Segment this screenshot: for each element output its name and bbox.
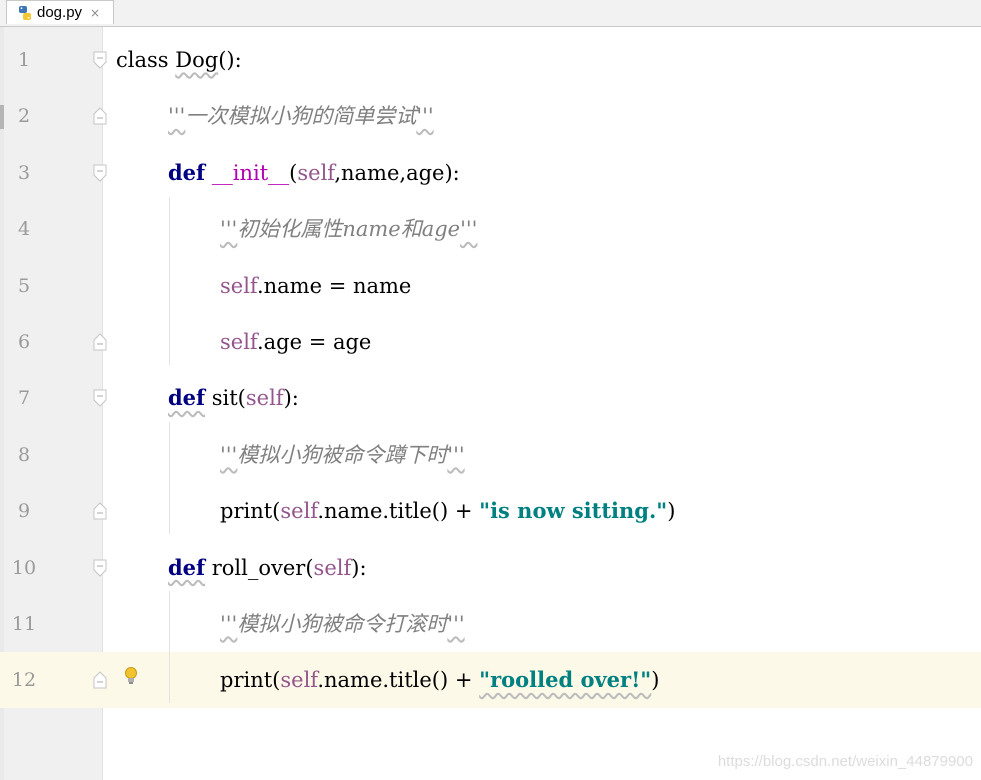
keyword-token: def — [168, 554, 206, 580]
fold-end-icon[interactable] — [93, 671, 107, 689]
line-number[interactable]: 12 — [4, 652, 44, 708]
code-text[interactable]: '''一次模拟小狗的简单尝试''' — [168, 88, 434, 144]
fold-end-icon[interactable] — [93, 333, 107, 351]
code-line[interactable]: 2 '''一次模拟小狗的简单尝试''' — [0, 88, 981, 144]
tab-close-icon[interactable]: × — [90, 6, 100, 20]
code-text[interactable]: class Dog(): — [116, 32, 242, 88]
code-token: ) — [667, 499, 676, 524]
line-number[interactable]: 7 — [4, 370, 44, 426]
code-text[interactable]: '''模拟小狗被命令蹲下时''' — [220, 427, 465, 483]
keyword-token: def — [168, 159, 206, 185]
code-line[interactable]: 12 print(self.name.title() + "roolled ove… — [0, 652, 981, 709]
docstring-token: 一次模拟小狗的简单尝试 — [185, 104, 417, 129]
code-token: .name.title() + — [317, 668, 480, 693]
docstring-token: ''' — [220, 612, 238, 636]
code-token: ): — [351, 555, 367, 580]
code-text[interactable]: print(self.name.title() + "is now sittin… — [220, 483, 675, 539]
code-text[interactable]: self.name = name — [220, 258, 411, 314]
indent-guide — [169, 591, 170, 703]
self-token: self — [220, 330, 257, 354]
code-token: Dog — [175, 48, 219, 72]
docstring-token: 模拟小狗被命令蹲下时 — [237, 442, 448, 467]
line-number[interactable]: 8 — [4, 427, 44, 483]
line-number[interactable]: 4 — [4, 201, 44, 257]
code-line[interactable]: 9 print(self.name.title() + "is now sitti… — [0, 483, 981, 539]
docstring-token: ''' — [220, 442, 238, 467]
code-token: sit( — [205, 386, 246, 411]
code-text[interactable]: def roll_over(self): — [168, 540, 367, 596]
code-line[interactable]: 1 class Dog(): — [0, 32, 981, 88]
code-line[interactable]: 11 '''模拟小狗被命令打滚时''' — [0, 596, 981, 652]
self-token: self — [280, 668, 318, 693]
docstring-token: ''' — [447, 612, 465, 636]
code-token: print( — [220, 499, 281, 524]
line-number[interactable]: 2 — [4, 88, 44, 144]
self-token: self — [297, 160, 335, 185]
code-token: .age = age — [256, 330, 372, 354]
code-token: .name = name — [256, 273, 412, 298]
indent-guide — [169, 422, 170, 534]
code-line[interactable]: 5 self.name = name — [0, 258, 981, 314]
line-number[interactable]: 3 — [4, 145, 44, 201]
tab-dog-py[interactable]: dog.py × — [6, 0, 114, 24]
code-token: (): — [218, 48, 242, 72]
code-line[interactable]: 10 def roll_over(self): — [0, 540, 981, 596]
python-file-icon — [17, 5, 33, 21]
code-token: ) — [651, 668, 660, 693]
self-token: self — [280, 499, 318, 524]
editor-tab-bar: dog.py × — [0, 0, 981, 27]
fold-collapse-icon[interactable] — [93, 51, 107, 69]
code-token: .name.title() + — [317, 499, 480, 524]
code-line[interactable]: 6 self.age = age — [0, 314, 981, 370]
string-token: "roolled over!" — [479, 667, 652, 693]
code-text[interactable]: self.age = age — [220, 314, 371, 370]
dunder-token: __init__ — [211, 160, 290, 185]
line-number[interactable]: 10 — [4, 540, 44, 596]
line-number[interactable]: 6 — [4, 314, 44, 370]
self-token: self — [245, 386, 284, 411]
docstring-token: 模拟小狗被命令打滚时 — [237, 612, 448, 636]
fold-end-icon[interactable] — [93, 107, 107, 125]
docstring-token: ''' — [220, 217, 238, 242]
fold-collapse-icon[interactable] — [93, 559, 107, 577]
code-line[interactable]: 7 def sit(self): — [0, 370, 981, 426]
code-line[interactable]: 4 '''初始化属性name和age''' — [0, 201, 981, 257]
fold-collapse-icon[interactable] — [93, 389, 107, 408]
tab-label: dog.py — [37, 4, 83, 21]
code-text[interactable]: def __init__(self,name,age): — [168, 145, 460, 201]
fold-end-icon[interactable] — [93, 502, 107, 520]
self-token: self — [220, 273, 257, 298]
code-text[interactable]: def sit(self): — [168, 370, 299, 426]
docstring-token: ''' — [447, 442, 465, 467]
docstring-token: ''' — [168, 104, 186, 129]
fold-collapse-icon[interactable] — [93, 164, 107, 182]
string-token: "is now sitting." — [479, 498, 668, 524]
indent-guide — [169, 197, 170, 365]
self-token: self — [313, 555, 352, 580]
watermark: https://blog.csdn.net/weixin_44879900 — [717, 753, 973, 770]
keyword-token: def — [168, 385, 206, 411]
code-text[interactable]: '''模拟小狗被命令打滚时''' — [220, 596, 465, 652]
code-line[interactable]: 8 '''模拟小狗被命令蹲下时''' — [0, 427, 981, 483]
code-token: ,name,age): — [334, 160, 460, 185]
line-number[interactable]: 9 — [4, 483, 44, 539]
docstring-token: ''' — [416, 104, 434, 129]
line-number[interactable]: 1 — [4, 32, 44, 88]
code-line[interactable]: 3 def __init__(self,name,age): — [0, 145, 981, 201]
lightbulb-icon[interactable] — [123, 666, 139, 688]
code-text[interactable]: '''初始化属性name和age''' — [220, 201, 477, 257]
code-token: print( — [220, 668, 281, 693]
code-token: roll_over( — [205, 555, 314, 580]
docstring-token: ''' — [460, 217, 478, 242]
code-text[interactable]: print(self.name.title() + "roolled over!… — [220, 652, 659, 708]
code-token: ): — [283, 386, 299, 411]
line-number[interactable]: 5 — [4, 258, 44, 314]
docstring-token: 初始化属性name和age — [237, 217, 461, 242]
code-token: class — [116, 48, 169, 72]
line-number[interactable]: 11 — [4, 596, 44, 652]
